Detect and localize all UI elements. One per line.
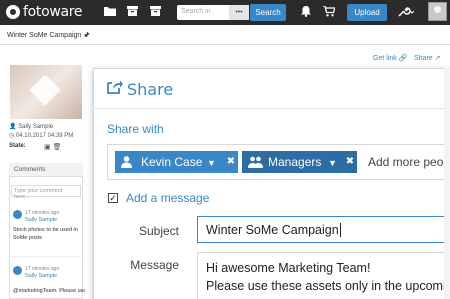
- add-message-label[interactable]: Add a message: [126, 191, 209, 205]
- remove-recipient-button[interactable]: ✖: [224, 151, 238, 173]
- clock-icon: ◷: [9, 133, 16, 139]
- group-icon: [248, 151, 263, 175]
- recipient-chip-managers[interactable]: Managers ▼: [242, 151, 345, 173]
- asset-date: ◷ 04.10.2017 04:39 PM: [9, 132, 73, 139]
- remove-recipient-button[interactable]: ✖: [343, 151, 357, 173]
- chevron-down-icon[interactable]: ▼: [207, 152, 216, 174]
- logo[interactable]: fotoware: [6, 4, 83, 20]
- cart-icon[interactable]: [323, 5, 336, 20]
- tab-divider: [0, 44, 450, 45]
- state-actions: ▣ 🗑: [44, 143, 61, 151]
- asset-thumbnail[interactable]: [10, 65, 82, 119]
- subject-label: Subject: [138, 224, 179, 238]
- avatar: [13, 266, 22, 275]
- divider: [11, 256, 81, 257]
- add-more-people-input[interactable]: Add more people: [368, 155, 450, 169]
- recipient-chip-kevin-case[interactable]: Kevin Case ▼: [115, 151, 226, 173]
- subject-value: Winter SoMe Campaign: [206, 223, 339, 237]
- chevron-down-icon[interactable]: ▼: [328, 152, 337, 174]
- state-label: State:: [9, 143, 26, 149]
- comment-time: 17 minutes ago: [25, 266, 60, 272]
- comment-text: Stock photos to be used in SoMe posts: [13, 227, 78, 241]
- logo-text: fotoware: [23, 4, 83, 20]
- asset-author: 👤 Sally Sample: [9, 123, 53, 130]
- avatar[interactable]: [428, 2, 447, 21]
- share-icon: [107, 79, 123, 98]
- share-icon: ↗: [434, 55, 441, 62]
- get-link-label: Get link: [373, 55, 397, 62]
- share-with-label: Share with: [107, 122, 164, 136]
- recipient-name: Kevin Case: [141, 155, 203, 169]
- comments-title: Comments: [9, 163, 83, 177]
- comment-time: 17 minutes ago: [25, 210, 60, 216]
- get-link-button[interactable]: Get link 🔗: [373, 54, 407, 62]
- share-link-button[interactable]: Share ↗: [414, 54, 441, 62]
- share-link-label: Share: [414, 55, 433, 62]
- logo-icon: [6, 5, 20, 19]
- subject-input[interactable]: Winter SoMe Campaign: [197, 216, 450, 243]
- comment-author[interactable]: Sally Sample: [25, 217, 57, 223]
- recipient-name: Managers: [268, 155, 322, 169]
- comment-input[interactable]: Type your comment here...: [11, 185, 81, 200]
- search-options-button[interactable]: •••: [229, 5, 249, 20]
- upload-button[interactable]: Upload: [347, 4, 387, 21]
- tab-title-text: Winter SoMe Campaign: [7, 32, 82, 39]
- message-line: Please use these assets only in the upco…: [206, 279, 450, 293]
- comment-text: @marketingTeam. Please use: [13, 288, 85, 294]
- tab-asset-title[interactable]: Winter SoMe Campaign 🖈: [7, 31, 90, 42]
- message-label: Message: [130, 258, 179, 272]
- scrollbar[interactable]: [444, 68, 450, 299]
- archive-icon[interactable]: [150, 6, 161, 19]
- date-value: 04.10.2017 04:39 PM: [15, 133, 74, 139]
- link-icon: 🔗: [398, 55, 408, 62]
- pin-icon[interactable]: 🖈: [83, 32, 89, 39]
- add-message-checkbox[interactable]: ✓: [108, 193, 118, 203]
- search-button[interactable]: Search: [250, 4, 286, 21]
- heart-image: [29, 74, 61, 106]
- user-icon: [121, 151, 132, 175]
- comment-author[interactable]: Sally Sample: [25, 273, 57, 279]
- trash-icon[interactable]: 🗑: [53, 144, 62, 151]
- wrench-icon[interactable]: [398, 6, 415, 20]
- message-line: Hi awesome Marketing Team!: [206, 261, 371, 275]
- archive-icon[interactable]: [127, 6, 138, 19]
- user-icon: 👤: [9, 124, 19, 130]
- state-icon[interactable]: ▣: [44, 144, 51, 151]
- author-name: Sally Sample: [18, 124, 54, 130]
- bell-icon[interactable]: [301, 6, 311, 20]
- message-textarea[interactable]: Hi awesome Marketing Team! Please use th…: [197, 252, 450, 299]
- folder-icon[interactable]: [104, 6, 116, 19]
- avatar: [13, 210, 22, 219]
- text-cursor: [339, 223, 341, 237]
- dialog-title: Share: [127, 80, 174, 99]
